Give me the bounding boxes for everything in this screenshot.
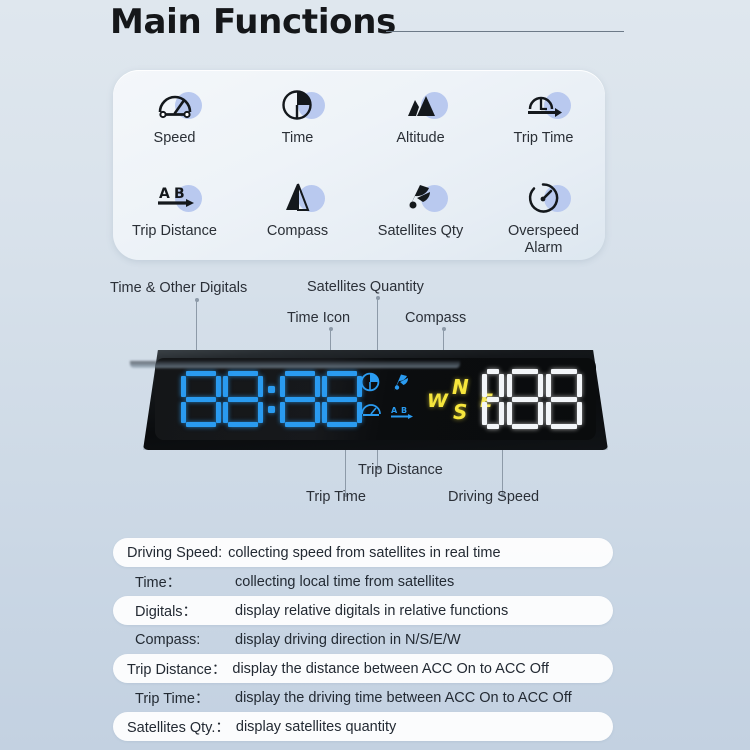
function-label: Satellites Qty [377, 223, 464, 239]
time-display [181, 371, 362, 427]
device-screen: A B W N S E [155, 358, 596, 440]
speedometer-icon [148, 84, 202, 126]
function-item-satellites-qty[interactable]: Satellites Qty [359, 177, 482, 257]
spec-term: Satellites Qty.： [127, 720, 230, 736]
satellite-dish-icon [392, 373, 412, 398]
compass-letter-north: N [452, 375, 469, 399]
spec-description: display satellites quantity [235, 718, 397, 735]
spec-description: display relative digitals in relative fu… [235, 602, 509, 619]
device-base-shadow [130, 361, 460, 368]
spec-description: display the distance between ACC On to A… [232, 660, 549, 677]
callout-compass: Compass [405, 310, 467, 326]
spec-row: Satellites Qty.： display satellites quan… [113, 712, 613, 741]
compass-letter-west: W [427, 390, 448, 412]
specifications-list: Driving Speed: collecting speed from sat… [113, 538, 613, 741]
function-label: Trip Time [513, 130, 574, 146]
functions-row-1: Speed Time Altitude Trip Time [113, 84, 605, 147]
speed-display [482, 369, 582, 429]
svg-text:B: B [174, 186, 185, 202]
spec-description: display the driving time between ACC On … [235, 689, 572, 706]
spec-term: Driving Speed: [127, 544, 223, 561]
function-item-overspeed-alarm[interactable]: Overspeed Alarm [482, 177, 605, 257]
callout-time-icon: Time Icon [287, 310, 351, 326]
callout-trip-time: Trip Time [306, 489, 366, 505]
callout-satellites-quantity: Satellites Quantity [307, 279, 424, 295]
spec-row: Trip Time： display the driving time betw… [113, 683, 613, 712]
function-item-trip-distance[interactable]: A B Trip Distance [113, 177, 236, 257]
spec-description: display driving direction in N/S/E/W [235, 631, 461, 648]
svg-text:A: A [391, 406, 398, 415]
function-label: Trip Distance [132, 223, 217, 239]
function-label: Overspeed Alarm [508, 223, 579, 257]
spec-term: Compass: [135, 631, 201, 648]
spec-description: collecting speed from satellites in real… [228, 544, 501, 561]
spec-row: Driving Speed: collecting speed from sat… [113, 538, 613, 567]
spec-row: Trip Distance： display the distance betw… [113, 654, 613, 683]
spec-term: Time： [135, 575, 182, 591]
function-item-trip-time[interactable]: Trip Time [482, 84, 605, 147]
spec-row: Time： collecting local time from satelli… [113, 567, 613, 596]
spec-term: Trip Distance： [127, 662, 227, 678]
compass-needle-icon [271, 177, 325, 219]
function-label: Time [281, 130, 314, 146]
page-header: Main Functions [0, 0, 750, 62]
satellite-dish-icon [394, 177, 448, 219]
device-diagram: Time & Other Digitals Satellites Quantit… [0, 262, 750, 522]
trip-time-icon [517, 84, 571, 126]
speedometer-icon [360, 401, 382, 422]
function-item-time[interactable]: Time [236, 84, 359, 147]
mountain-icon [394, 84, 448, 126]
spec-row: Compass: display driving direction in N/… [113, 625, 613, 654]
svg-text:A: A [159, 186, 170, 202]
function-item-altitude[interactable]: Altitude [359, 84, 482, 147]
spec-term: Digitals： [135, 604, 198, 620]
callout-time-other-digitals: Time & Other Digitals [110, 280, 248, 296]
title-divider [386, 31, 624, 32]
time-colon [265, 371, 278, 427]
a-to-b-arrow-icon: A B [390, 404, 416, 427]
function-item-speed[interactable]: Speed [113, 84, 236, 147]
clock-pie-icon [360, 372, 380, 397]
svg-text:B: B [401, 406, 407, 415]
leader-line [194, 298, 199, 350]
overspeed-gauge-icon [517, 177, 571, 219]
functions-row-2: A B Trip Distance Compass Satellites Qty… [113, 177, 605, 257]
callout-driving-speed: Driving Speed [448, 489, 540, 505]
indicator-icon-cluster: A B [360, 372, 418, 430]
main-functions-card: Speed Time Altitude Trip Time A B Trip D… [113, 70, 605, 260]
spec-description: collecting local time from satellites [235, 573, 455, 590]
function-item-compass[interactable]: Compass [236, 177, 359, 257]
compass-letter-south: S [453, 400, 468, 424]
function-label: Speed [153, 130, 196, 146]
page-title: Main Functions [110, 2, 397, 42]
spec-term: Trip Time： [135, 691, 210, 707]
callout-trip-distance: Trip Distance [358, 462, 443, 478]
a-to-b-arrow-icon: A B [148, 177, 202, 219]
clock-pie-icon [271, 84, 325, 126]
function-label: Altitude [396, 130, 445, 146]
function-label: Compass [266, 223, 329, 239]
spec-row: Digitals： display relative digitals in r… [113, 596, 613, 625]
